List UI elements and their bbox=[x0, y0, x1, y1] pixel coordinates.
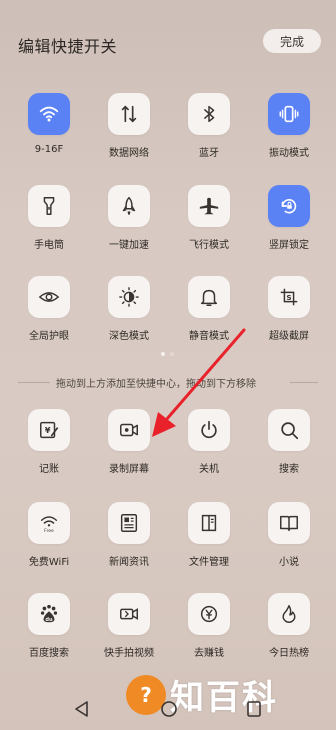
available-toggle-tile[interactable]: 关机 bbox=[174, 409, 244, 475]
mobile-data-icon bbox=[108, 93, 150, 135]
book-icon bbox=[268, 502, 310, 544]
available-toggle-tile[interactable]: 新闻资讯 bbox=[94, 502, 164, 568]
quick-toggle-tile-label: 数据网络 bbox=[109, 148, 149, 159]
quick-toggle-tile-label: 飞行模式 bbox=[189, 240, 229, 251]
available-toggle-tile[interactable]: ¥ 记账 bbox=[14, 409, 84, 475]
recents-icon[interactable] bbox=[246, 700, 262, 722]
quick-toggle-tile-label: 全局护眼 bbox=[29, 331, 69, 342]
svg-text:¥: ¥ bbox=[45, 425, 51, 435]
quick-toggle-tile[interactable]: 数据网络 bbox=[94, 93, 164, 159]
done-button[interactable]: 完成 bbox=[263, 29, 321, 53]
quick-toggle-tile[interactable]: 振动模式 bbox=[254, 93, 324, 159]
available-toggle-tile-label: 录制屏幕 bbox=[109, 464, 149, 475]
svg-text:S: S bbox=[286, 293, 291, 302]
navigation-bar bbox=[0, 692, 336, 730]
page-dot-active bbox=[161, 352, 165, 356]
available-toggle-tile-label: 关机 bbox=[199, 464, 219, 475]
svg-text:du: du bbox=[45, 617, 53, 623]
power-icon bbox=[188, 409, 230, 451]
available-toggle-tile-label: 今日热榜 bbox=[269, 648, 309, 659]
rocket-icon bbox=[108, 185, 150, 227]
page-indicator bbox=[161, 352, 174, 356]
yuan-icon bbox=[188, 593, 230, 635]
quick-toggle-tile-label: 超级截屏 bbox=[269, 331, 309, 342]
available-toggle-tile-label: 小说 bbox=[279, 557, 299, 568]
available-toggle-tile[interactable]: 快手拍视频 bbox=[94, 593, 164, 659]
bookkeeping-icon: ¥ bbox=[28, 409, 70, 451]
quick-toggle-tile[interactable]: 静音模式 bbox=[174, 276, 244, 342]
screen-record-icon bbox=[108, 409, 150, 451]
quick-toggle-tile[interactable]: 竖屏锁定 bbox=[254, 185, 324, 251]
quick-toggle-tile-label: 静音模式 bbox=[189, 331, 229, 342]
quick-toggle-tile-label: 深色模式 bbox=[109, 331, 149, 342]
dark-mode-icon bbox=[108, 276, 150, 318]
flame-icon bbox=[268, 593, 310, 635]
free-wifi-icon: Free bbox=[28, 502, 70, 544]
quick-toggle-tile-label: 振动模式 bbox=[269, 148, 309, 159]
quick-toggle-tile[interactable]: 9-16F bbox=[14, 93, 84, 155]
available-toggle-tile-label: 免费WiFi bbox=[28, 557, 70, 568]
header: 编辑快捷开关 完成 bbox=[0, 0, 336, 84]
baidu-icon: du bbox=[28, 593, 70, 635]
quick-toggle-tile[interactable]: 深色模式 bbox=[94, 276, 164, 342]
quick-toggle-tile[interactable]: S 超级截屏 bbox=[254, 276, 324, 342]
available-toggle-tile-label: 百度搜索 bbox=[29, 648, 69, 659]
available-toggle-tile[interactable]: 今日热榜 bbox=[254, 593, 324, 659]
available-toggle-tile-label: 记账 bbox=[39, 464, 59, 475]
available-toggle-tile-label: 文件管理 bbox=[189, 557, 229, 568]
search-icon bbox=[268, 409, 310, 451]
divider-line-left bbox=[18, 382, 50, 383]
available-toggle-tile[interactable]: Free 免费WiFi bbox=[14, 502, 84, 568]
airplane-icon bbox=[188, 185, 230, 227]
available-toggle-tile-label: 快手拍视频 bbox=[104, 648, 154, 659]
quick-toggle-tile[interactable]: 蓝牙 bbox=[174, 93, 244, 159]
screenshot-icon: S bbox=[268, 276, 310, 318]
video-camera-icon bbox=[108, 593, 150, 635]
quick-toggle-tile-label: 一键加速 bbox=[109, 240, 149, 251]
quick-toggle-tile[interactable]: 飞行模式 bbox=[174, 185, 244, 251]
eye-icon bbox=[28, 276, 70, 318]
page-title: 编辑快捷开关 bbox=[18, 37, 118, 56]
svg-text:Free: Free bbox=[44, 528, 54, 534]
vibrate-icon bbox=[268, 93, 310, 135]
available-toggle-tile[interactable]: 去赚钱 bbox=[174, 593, 244, 659]
divider-line-right bbox=[290, 382, 318, 383]
quick-toggle-tile[interactable]: 一键加速 bbox=[94, 185, 164, 251]
divider-text: 拖动到上方添加至快捷中心，拖动到下方移除 bbox=[56, 379, 256, 390]
available-toggle-tile[interactable]: 文件管理 bbox=[174, 502, 244, 568]
quick-toggle-tile-label: 竖屏锁定 bbox=[269, 240, 309, 251]
bell-icon bbox=[188, 276, 230, 318]
wifi-icon bbox=[28, 93, 70, 135]
available-toggle-tile-label: 搜索 bbox=[279, 464, 299, 475]
home-icon[interactable] bbox=[160, 700, 178, 722]
file-manager-icon bbox=[188, 502, 230, 544]
quick-toggle-tile[interactable]: 手电筒 bbox=[14, 185, 84, 251]
quick-toggle-tile-label: 9-16F bbox=[34, 144, 64, 155]
available-toggle-tile[interactable]: 搜索 bbox=[254, 409, 324, 475]
quick-toggle-tile-label: 蓝牙 bbox=[199, 148, 219, 159]
bluetooth-icon bbox=[188, 93, 230, 135]
available-toggle-tile-label: 新闻资讯 bbox=[109, 557, 149, 568]
available-toggle-tile-label: 去赚钱 bbox=[194, 648, 224, 659]
news-icon bbox=[108, 502, 150, 544]
available-toggle-tile[interactable]: 录制屏幕 bbox=[94, 409, 164, 475]
available-toggle-tile[interactable]: 小说 bbox=[254, 502, 324, 568]
divider: 拖动到上方添加至快捷中心，拖动到下方移除 bbox=[0, 372, 336, 392]
available-toggle-tile[interactable]: du 百度搜索 bbox=[14, 593, 84, 659]
quick-toggle-tile[interactable]: 全局护眼 bbox=[14, 276, 84, 342]
flashlight-icon bbox=[28, 185, 70, 227]
page-dot bbox=[170, 352, 174, 356]
quick-toggle-tile-label: 手电筒 bbox=[34, 240, 64, 251]
rotation-lock-icon bbox=[268, 185, 310, 227]
back-icon[interactable] bbox=[74, 700, 90, 722]
